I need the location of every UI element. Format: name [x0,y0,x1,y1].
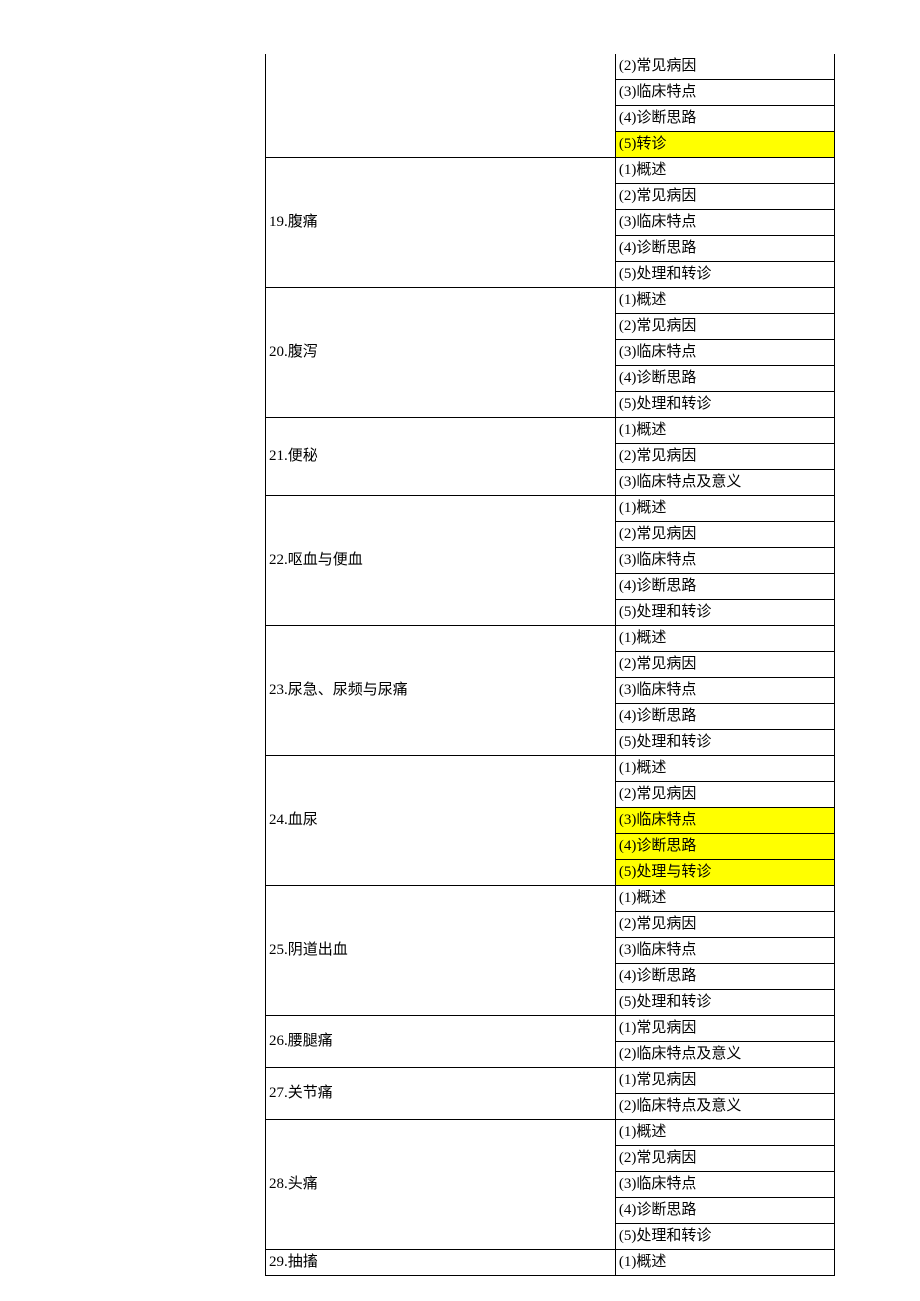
subtopic-cell: (1)概述 [615,886,834,912]
subtopic-cell: (5)转诊 [615,132,834,158]
subtopic-cell: (2)常见病因 [615,314,834,340]
table-row: 24.血尿(1)概述 [266,756,835,782]
table-row: 21.便秘(1)概述 [266,418,835,444]
subtopic-cell: (4)诊断思路 [615,964,834,990]
subtopic-cell: (4)诊断思路 [615,704,834,730]
subtopic-cell: (2)常见病因 [615,522,834,548]
syllabus-table: (2)常见病因(3)临床特点(4)诊断思路(5)转诊19.腹痛(1)概述(2)常… [265,54,835,1276]
subtopic-cell: (1)概述 [615,288,834,314]
subtopic-cell: (1)概述 [615,418,834,444]
topic-cell: 29.抽搐 [266,1250,616,1276]
subtopic-cell: (3)临床特点 [615,340,834,366]
table-row: 20.腹泻(1)概述 [266,288,835,314]
subtopic-cell: (4)诊断思路 [615,106,834,132]
subtopic-cell: (5)处理和转诊 [615,1224,834,1250]
subtopic-cell: (1)常见病因 [615,1068,834,1094]
table-row: 23.尿急、尿频与尿痛(1)概述 [266,626,835,652]
subtopic-cell: (2)临床特点及意义 [615,1094,834,1120]
subtopic-cell: (4)诊断思路 [615,574,834,600]
table-row: 29.抽搐(1)概述 [266,1250,835,1276]
subtopic-cell: (1)概述 [615,756,834,782]
topic-cell: 24.血尿 [266,756,616,886]
subtopic-cell: (5)处理和转诊 [615,262,834,288]
subtopic-cell: (3)临床特点及意义 [615,470,834,496]
topic-cell: 19.腹痛 [266,158,616,288]
subtopic-cell: (1)概述 [615,496,834,522]
table-row: 22.呕血与便血(1)概述 [266,496,835,522]
subtopic-cell: (2)常见病因 [615,782,834,808]
subtopic-cell: (3)临床特点 [615,678,834,704]
subtopic-cell: (2)常见病因 [615,1146,834,1172]
subtopic-cell: (3)临床特点 [615,210,834,236]
topic-cell: 22.呕血与便血 [266,496,616,626]
subtopic-cell: (4)诊断思路 [615,236,834,262]
subtopic-cell: (2)常见病因 [615,652,834,678]
table-row: (2)常见病因 [266,54,835,80]
subtopic-cell: (5)处理和转诊 [615,990,834,1016]
subtopic-cell: (2)常见病因 [615,912,834,938]
subtopic-cell: (1)概述 [615,1120,834,1146]
topic-cell [266,54,616,158]
subtopic-cell: (5)处理与转诊 [615,860,834,886]
topic-cell: 28.头痛 [266,1120,616,1250]
topic-cell: 25.阴道出血 [266,886,616,1016]
subtopic-cell: (1)常见病因 [615,1016,834,1042]
topic-cell: 20.腹泻 [266,288,616,418]
subtopic-cell: (2)常见病因 [615,184,834,210]
subtopic-cell: (3)临床特点 [615,938,834,964]
subtopic-cell: (2)常见病因 [615,444,834,470]
document-page: (2)常见病因(3)临床特点(4)诊断思路(5)转诊19.腹痛(1)概述(2)常… [0,0,920,1276]
subtopic-cell: (3)临床特点 [615,1172,834,1198]
subtopic-cell: (3)临床特点 [615,548,834,574]
subtopic-cell: (3)临床特点 [615,80,834,106]
subtopic-cell: (5)处理和转诊 [615,392,834,418]
table-row: 19.腹痛(1)概述 [266,158,835,184]
subtopic-cell: (5)处理和转诊 [615,600,834,626]
subtopic-cell: (1)概述 [615,158,834,184]
subtopic-cell: (2)临床特点及意义 [615,1042,834,1068]
table-row: 26.腰腿痛(1)常见病因 [266,1016,835,1042]
subtopic-cell: (5)处理和转诊 [615,730,834,756]
topic-cell: 27.关节痛 [266,1068,616,1120]
subtopic-cell: (2)常见病因 [615,54,834,80]
subtopic-cell: (4)诊断思路 [615,366,834,392]
topic-cell: 26.腰腿痛 [266,1016,616,1068]
subtopic-cell: (1)概述 [615,626,834,652]
topic-cell: 23.尿急、尿频与尿痛 [266,626,616,756]
table-row: 27.关节痛(1)常见病因 [266,1068,835,1094]
subtopic-cell: (4)诊断思路 [615,1198,834,1224]
subtopic-cell: (3)临床特点 [615,808,834,834]
subtopic-cell: (1)概述 [615,1250,834,1276]
table-row: 25.阴道出血(1)概述 [266,886,835,912]
topic-cell: 21.便秘 [266,418,616,496]
table-row: 28.头痛(1)概述 [266,1120,835,1146]
subtopic-cell: (4)诊断思路 [615,834,834,860]
